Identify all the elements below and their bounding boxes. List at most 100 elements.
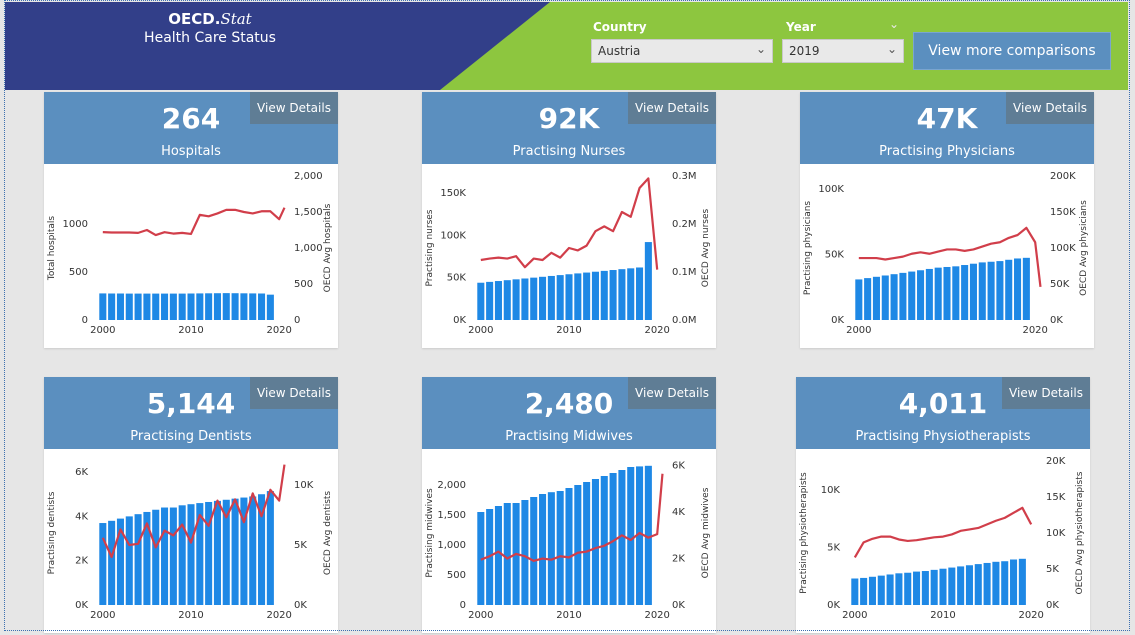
chart-bar — [886, 574, 894, 605]
chart-bar — [521, 278, 529, 320]
chart-bar — [1005, 259, 1013, 320]
chart-bar — [494, 506, 502, 605]
y-right-tick-label: 1,000 — [294, 243, 323, 254]
view-more-comparisons-button[interactable]: View more comparisons — [913, 32, 1111, 70]
card-title: Practising Physicians — [879, 144, 1015, 159]
x-tick-label: 2020 — [1022, 325, 1047, 336]
card-title: Hospitals — [161, 144, 221, 159]
view-details-button[interactable]: View Details — [1006, 92, 1094, 124]
chart-bar — [178, 293, 186, 320]
nurses-chart: 0K 50K 100K 150K 0.0M 0.1M 0.2M 0.3M 2000 2010 202… — [425, 171, 711, 336]
chart-bar — [644, 242, 652, 320]
chart-bar — [904, 572, 912, 605]
chart-bar — [908, 271, 916, 320]
chart-bar — [921, 571, 929, 605]
chart-bar — [864, 278, 872, 320]
year-select-value: 2019 — [789, 44, 820, 58]
chart-bar — [627, 467, 635, 605]
card-practising-nurses: 92K Practising Nurses View Details 0K 50K… — [422, 92, 716, 348]
y-right-tick-label: 2,000 — [294, 171, 323, 182]
chart-bar — [943, 266, 951, 320]
y-left-tick-label: 5K — [827, 542, 840, 553]
chart-bar — [961, 265, 969, 320]
chart-bar — [890, 274, 898, 320]
view-details-button[interactable]: View Details — [250, 92, 338, 124]
chart-bar — [205, 293, 213, 320]
y-left-tick-label: 1,500 — [437, 510, 466, 521]
x-tick-label: 2000 — [90, 325, 115, 336]
y-right-axis-title: OECD Avg nurses — [701, 208, 711, 287]
chart-bar — [530, 277, 538, 320]
card-practising-physiotherapists: 4,011 Practising Physiotherapists View D… — [796, 377, 1090, 633]
chart-bar — [565, 274, 573, 320]
y-right-axis-title: OECD Avg hospitals — [323, 203, 333, 292]
card-header: 92K Practising Nurses View Details — [422, 92, 716, 164]
year-select[interactable]: 2019 ⌄ — [782, 39, 904, 63]
chart-bar — [574, 273, 582, 320]
chevron-down-icon: ⌄ — [886, 42, 897, 56]
view-details-button[interactable]: View Details — [628, 377, 716, 409]
chart-bar — [965, 565, 973, 605]
x-tick-label: 2010 — [178, 325, 203, 336]
chart-bar — [556, 275, 564, 320]
y-left-tick-label: 0K — [827, 600, 840, 611]
chevron-down-icon[interactable]: ⌄ — [889, 17, 899, 31]
card-title: Practising Dentists — [130, 429, 252, 444]
chart-bar — [583, 482, 591, 605]
y-right-tick-label: 20K — [1046, 456, 1066, 467]
year-label: Year — [786, 20, 816, 34]
y-right-tick-label: 5K — [1046, 564, 1059, 575]
y-left-axis-title: Practising dentists — [47, 491, 57, 574]
chart-bar — [108, 293, 116, 320]
chart-bar — [957, 566, 965, 605]
y-right-tick-label: 1,500 — [294, 207, 323, 218]
chart-bar — [925, 268, 933, 320]
y-right-axis-title: OECD Avg physiotherapists — [1075, 471, 1085, 594]
y-right-tick-label: 0.1M — [672, 267, 697, 278]
y-right-tick-label: 4K — [672, 507, 685, 518]
y-right-tick-label: 500 — [294, 279, 313, 290]
chart-bar — [266, 294, 274, 320]
chart-bar — [240, 293, 248, 320]
x-tick-label: 2020 — [1018, 610, 1043, 621]
y-right-axis-title: OECD Avg physicians — [1079, 200, 1089, 296]
chart-bar — [116, 293, 124, 320]
country-select[interactable]: Austria ⌄ — [591, 39, 773, 63]
oecd-logo: OECD.Stat — [168, 10, 252, 28]
card-practising-dentists: 5,144 Practising Dentists View Details 0… — [44, 377, 338, 633]
y-right-tick-label: 10K — [1046, 528, 1066, 539]
x-tick-label: 2020 — [266, 325, 291, 336]
chart-bar — [486, 281, 494, 320]
chart-line — [853, 506, 1033, 559]
view-details-button[interactable]: View Details — [250, 377, 338, 409]
chart-bar — [934, 267, 942, 320]
header-bar: OECD.Stat Health Care Status Country Aus… — [5, 2, 1128, 90]
chart-bar — [627, 268, 635, 320]
chart-bar — [539, 494, 547, 605]
chart-bar — [899, 272, 907, 320]
y-right-tick-label: 50K — [1050, 279, 1070, 290]
physiotherapists-chart: 0K 5K 10K 0K 5K 10K 15K 20K 2000 2010 2020 Practisi… — [799, 456, 1085, 621]
y-right-tick-label: 0K — [672, 600, 685, 611]
view-details-button[interactable]: View Details — [628, 92, 716, 124]
chart-bar — [187, 504, 195, 605]
y-left-tick-label: 0K — [831, 315, 844, 326]
y-left-axis-title: Practising nurses — [425, 209, 435, 286]
y-left-tick-label: 6K — [75, 467, 88, 478]
chart-bar — [249, 293, 257, 320]
chart-bar — [222, 293, 230, 320]
view-details-button[interactable]: View Details — [1002, 377, 1090, 409]
y-left-tick-label: 0 — [460, 600, 466, 611]
chart-bar — [574, 485, 582, 605]
x-tick-label: 2010 — [556, 325, 581, 336]
chart-bar — [125, 516, 133, 605]
y-right-tick-label: 10K — [294, 480, 314, 491]
x-tick-label: 2010 — [930, 610, 955, 621]
chart-bar — [547, 275, 555, 320]
card-header: 2,480 Practising Midwives View Details — [422, 377, 716, 449]
chart-bar — [1010, 559, 1018, 605]
chart-bar — [249, 496, 257, 605]
chart-bar — [530, 497, 538, 605]
chart-bar — [266, 491, 274, 605]
y-right-axis-title: OECD Avg midwives — [701, 487, 711, 578]
